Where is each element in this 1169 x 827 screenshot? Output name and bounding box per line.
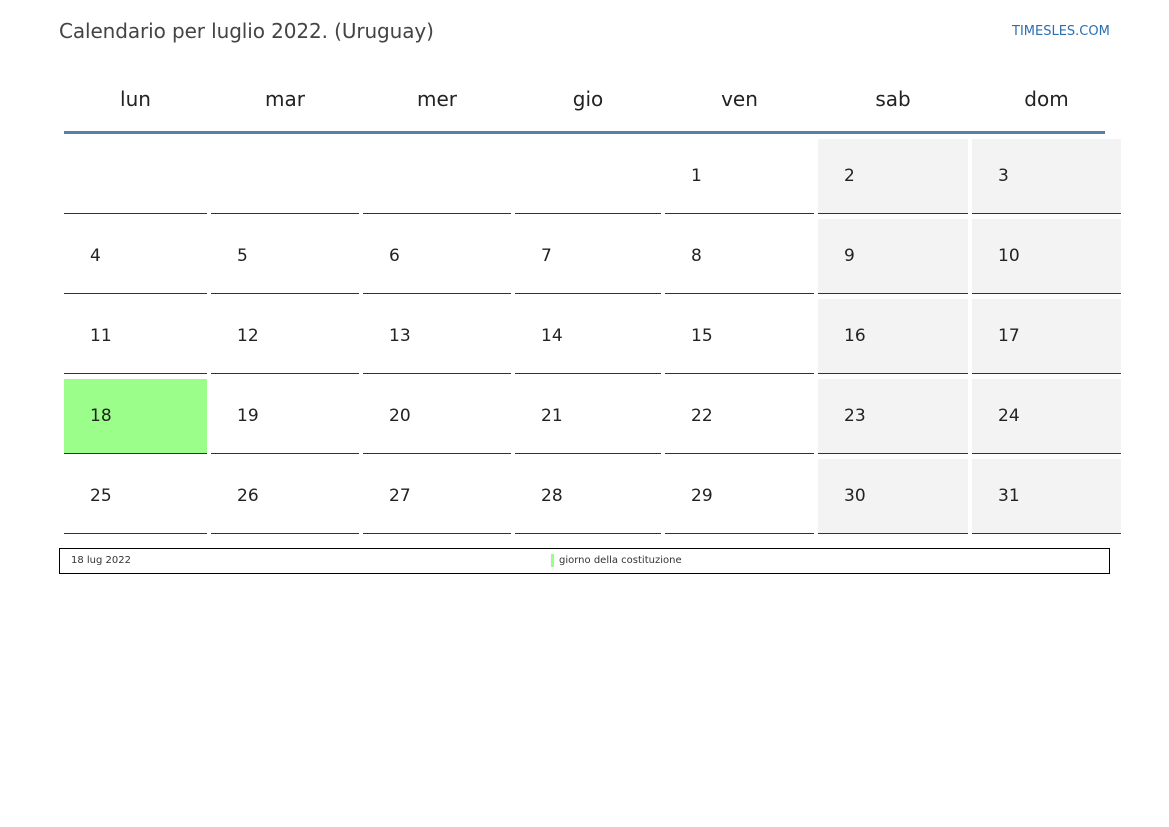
day-cell: 5: [211, 219, 359, 294]
day-number: 1: [691, 166, 702, 186]
day-number: 15: [691, 326, 713, 346]
day-cell: 4: [64, 219, 207, 294]
week-row-5: 25 26 27 28 29 30 31: [64, 459, 1121, 534]
day-cell-weekend: 24: [972, 379, 1121, 454]
day-cell-weekend: 10: [972, 219, 1121, 294]
day-cell-empty: [363, 139, 511, 214]
day-cell: 11: [64, 299, 207, 374]
day-cell-weekend: 30: [818, 459, 968, 534]
day-number: 18: [90, 406, 112, 426]
day-number: 17: [998, 326, 1020, 346]
day-cell: 6: [363, 219, 511, 294]
calendar-grid: lun mar mer gio ven sab dom 1 2 3 4 5 6 …: [64, 70, 1121, 534]
day-number: 30: [844, 486, 866, 506]
weekday-header-sat: sab: [875, 87, 911, 111]
day-cell-weekend: 16: [818, 299, 968, 374]
day-number: 13: [389, 326, 411, 346]
weekday-header-thu: gio: [572, 87, 604, 111]
legend-holiday-date: 18 lug 2022: [71, 555, 131, 566]
day-number: 14: [541, 326, 563, 346]
day-cell: 19: [211, 379, 359, 454]
day-cell: 20: [363, 379, 511, 454]
day-cell: 7: [515, 219, 661, 294]
day-number: 27: [389, 486, 411, 506]
day-cell-weekend: 31: [972, 459, 1121, 534]
day-number: 21: [541, 406, 563, 426]
day-cell: 22: [665, 379, 814, 454]
weekday-header-row: lun mar mer gio ven sab dom: [64, 70, 1105, 134]
day-cell: 26: [211, 459, 359, 534]
day-cell: 12: [211, 299, 359, 374]
weekday-header-fri: ven: [721, 87, 758, 111]
day-number: 9: [844, 246, 855, 266]
day-number: 7: [541, 246, 552, 266]
holiday-legend: 18 lug 2022 giorno della costituzione: [59, 548, 1110, 574]
week-row-4: 18 19 20 21 22 23 24: [64, 379, 1121, 454]
day-number: 5: [237, 246, 248, 266]
week-row-2: 4 5 6 7 8 9 10: [64, 219, 1121, 294]
day-number: 19: [237, 406, 259, 426]
legend-holiday-name: giorno della costituzione: [559, 555, 682, 566]
day-cell: 14: [515, 299, 661, 374]
weekday-header-mon: lun: [120, 87, 151, 111]
day-number: 8: [691, 246, 702, 266]
day-number: 2: [844, 166, 855, 186]
day-cell: 15: [665, 299, 814, 374]
day-cell-weekend: 23: [818, 379, 968, 454]
day-number: 11: [90, 326, 112, 346]
week-row-1: 1 2 3: [64, 139, 1121, 214]
day-cell: 1: [665, 139, 814, 214]
day-cell-holiday: 18: [64, 379, 207, 454]
weekday-header-tue: mar: [265, 87, 305, 111]
day-number: 3: [998, 166, 1009, 186]
weekday-header-sun: dom: [1024, 87, 1069, 111]
day-cell: 21: [515, 379, 661, 454]
day-cell: 13: [363, 299, 511, 374]
site-link[interactable]: TIMESLES.COM: [1012, 24, 1110, 39]
weekday-header-wed: mer: [416, 87, 457, 111]
day-number: 29: [691, 486, 713, 506]
day-number: 28: [541, 486, 563, 506]
day-cell-empty: [515, 139, 661, 214]
day-number: 16: [844, 326, 866, 346]
day-number: 25: [90, 486, 112, 506]
day-number: 26: [237, 486, 259, 506]
day-cell: 27: [363, 459, 511, 534]
day-cell: 25: [64, 459, 207, 534]
day-cell-weekend: 3: [972, 139, 1121, 214]
day-cell-empty: [64, 139, 207, 214]
day-number: 6: [389, 246, 400, 266]
page-title: Calendario per luglio 2022. (Uruguay): [59, 19, 434, 43]
day-number: 4: [90, 246, 101, 266]
day-number: 31: [998, 486, 1020, 506]
day-number: 10: [998, 246, 1020, 266]
day-cell-weekend: 2: [818, 139, 968, 214]
day-cell-weekend: 9: [818, 219, 968, 294]
day-number: 22: [691, 406, 713, 426]
day-cell-weekend: 17: [972, 299, 1121, 374]
week-row-3: 11 12 13 14 15 16 17: [64, 299, 1121, 374]
day-number: 12: [237, 326, 259, 346]
day-cell: 29: [665, 459, 814, 534]
day-cell: 8: [665, 219, 814, 294]
day-cell: 28: [515, 459, 661, 534]
legend-color-swatch: [551, 554, 554, 567]
day-number: 23: [844, 406, 866, 426]
day-number: 24: [998, 406, 1020, 426]
day-cell-empty: [211, 139, 359, 214]
day-number: 20: [389, 406, 411, 426]
